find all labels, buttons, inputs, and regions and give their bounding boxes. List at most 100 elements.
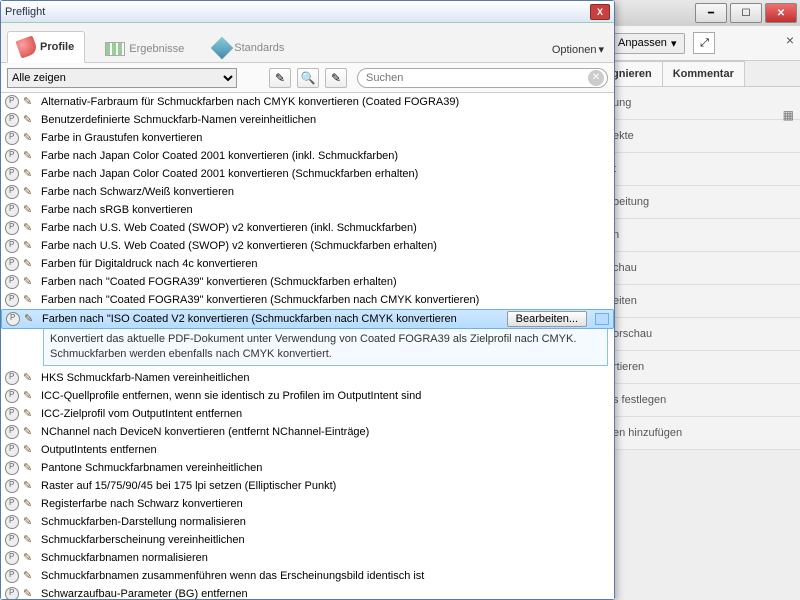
bg-section[interactable]: n	[601, 219, 800, 252]
panel-close-icon[interactable]: ×	[786, 32, 794, 48]
list-item[interactable]: ✎ NChannel nach DeviceN konvertieren (ent…	[1, 423, 614, 441]
list-item-label: Farbe nach U.S. Web Coated (SWOP) v2 kon…	[41, 222, 610, 234]
inspect-icon	[5, 479, 19, 493]
wand-icon: ✎	[24, 312, 38, 326]
tab-results-label: Ergebnisse	[129, 43, 184, 55]
customize-dropdown[interactable]: Anpassen▾	[609, 33, 685, 54]
bg-section[interactable]: ung	[601, 87, 800, 120]
bg-min-button[interactable]: ━	[695, 3, 727, 23]
inspect-icon	[5, 551, 19, 565]
bg-section[interactable]: eiten	[601, 285, 800, 318]
wand-icon: ✎	[23, 425, 37, 439]
inspect-icon	[5, 113, 19, 127]
list-item[interactable]: ✎Schmuckfarbnamen normalisieren	[1, 549, 614, 567]
wand-icon: ✎	[23, 443, 37, 457]
standards-icon	[211, 37, 234, 60]
list-item[interactable]: ✎Farbe nach Japan Color Coated 2001 konv…	[1, 147, 614, 165]
inspect-icon	[5, 443, 19, 457]
wand-icon: ✎	[23, 95, 37, 109]
bg-section[interactable]: s festlegen	[601, 384, 800, 417]
wand-icon: ✎	[23, 275, 37, 289]
list-item-label: Schmuckfarberscheinung vereinheitlichen	[41, 534, 610, 546]
bg-sidebar: ungektetbeitungnchaueitenorschaurtierens…	[601, 87, 800, 450]
bg-section[interactable]: chau	[601, 252, 800, 285]
list-item[interactable]: ✎ Schwarzaufbau-Parameter (BG) entfernen	[1, 585, 614, 599]
list-item-label: Benutzerdefinierte Schmuckfarb-Namen ver…	[41, 114, 610, 126]
bg-close-button[interactable]: ✕	[765, 3, 797, 23]
filter-select[interactable]: Alle zeigen	[7, 68, 237, 88]
wand-icon: ✎	[23, 149, 37, 163]
fixup-list[interactable]: ✎ Alternativ-Farbraum für Schmuckfarben n…	[1, 93, 614, 599]
edit-button[interactable]: Bearbeiten...	[507, 311, 587, 327]
list-item[interactable]: ✎Raster auf 15/75/90/45 bei 175 lpi setz…	[1, 477, 614, 495]
list-item[interactable]: ✎ Schmuckfarberscheinung vereinheitlichen	[1, 531, 614, 549]
panel-menu-icon[interactable]: ▦	[783, 108, 794, 122]
list-item[interactable]: ✎Farben nach "Coated FOGRA39" konvertier…	[1, 273, 614, 291]
tab-standards[interactable]: Standards	[204, 34, 294, 62]
wand-icon: ✎	[23, 461, 37, 475]
list-item[interactable]: ✎Farbe nach sRGB konvertieren	[1, 201, 614, 219]
list-item[interactable]: ✎Farbe nach U.S. Web Coated (SWOP) v2 ko…	[1, 219, 614, 237]
list-item[interactable]: ✎ Schmuckfarbnamen zusammenführen wenn da…	[1, 567, 614, 585]
dialog-close-button[interactable]: X	[590, 4, 610, 20]
bg-section[interactable]: t	[601, 153, 800, 186]
bg-titlebar: ━ ☐ ✕	[601, 0, 800, 26]
list-item[interactable]: ✎Farbe nach Schwarz/Weiß konvertieren	[1, 183, 614, 201]
list-item[interactable]: ✎HKS Schmuckfarb-Namen vereinheitlichen	[1, 369, 614, 387]
tab-results[interactable]: Ergebnisse	[95, 36, 194, 62]
tool-button-2[interactable]: 🔍	[297, 68, 319, 88]
bg-toolbar: Anpassen▾ ⤢	[601, 26, 800, 61]
tool-button-1[interactable]: ✎	[269, 68, 291, 88]
list-item-label: Schmuckfarbnamen zusammenführen wenn das…	[41, 570, 610, 582]
bg-section[interactable]: rtieren	[601, 351, 800, 384]
tab-profile-label: Profile	[40, 41, 74, 53]
list-item[interactable]: ✎Farben nach "Coated FOGRA39" konvertier…	[1, 291, 614, 309]
list-item[interactable]: ✎ Alternativ-Farbraum für Schmuckfarben n…	[1, 93, 614, 111]
preflight-dialog: Preflight X Profile Ergebnisse Standards…	[0, 0, 615, 600]
list-item[interactable]: ✎Farbe in Graustufen konvertieren	[1, 129, 614, 147]
wand-icon: ✎	[23, 587, 37, 599]
inspect-icon	[5, 587, 19, 599]
background-window: ━ ☐ ✕ × Anpassen▾ ⤢ gnieren Kommentar ▦ …	[600, 0, 800, 600]
wand-icon: ✎	[23, 533, 37, 547]
wand-icon: ✎	[23, 569, 37, 583]
wand-icon: ✎	[23, 497, 37, 511]
list-item[interactable]: ✎Farben für Digitaldruck nach 4c konvert…	[1, 255, 614, 273]
flag-icon[interactable]	[595, 313, 609, 325]
bg-section[interactable]: ekte	[601, 120, 800, 153]
inspect-icon	[5, 389, 19, 403]
list-item[interactable]: ✎ICC-Quellprofile entfernen, wenn sie id…	[1, 387, 614, 405]
list-item[interactable]: ✎Farben nach "ISO Coated V2 konvertieren…	[1, 309, 614, 329]
list-item[interactable]: ✎Schmuckfarben-Darstellung normalisieren	[1, 513, 614, 531]
list-item-label: Schwarzaufbau-Parameter (BG) entfernen	[41, 588, 610, 599]
inspect-icon	[5, 239, 19, 253]
list-item[interactable]: ✎Registerfarbe nach Schwarz konvertieren	[1, 495, 614, 513]
search-clear-icon[interactable]: ✕	[588, 70, 604, 86]
search-input[interactable]	[357, 68, 608, 88]
list-item-label: Alternativ-Farbraum für Schmuckfarben na…	[41, 96, 610, 108]
tool-button-3[interactable]: ✎	[325, 68, 347, 88]
inspect-icon	[5, 497, 19, 511]
tab-comment[interactable]: Kommentar	[662, 61, 745, 86]
bg-section[interactable]: beitung	[601, 186, 800, 219]
options-dropdown[interactable]: Optionen▾	[548, 37, 608, 62]
list-item[interactable]: ✎Pantone Schmuckfarbnamen vereinheitlich…	[1, 459, 614, 477]
list-item[interactable]: ✎OutputIntents entfernen	[1, 441, 614, 459]
list-item[interactable]: ✎Farbe nach U.S. Web Coated (SWOP) v2 ko…	[1, 237, 614, 255]
list-item[interactable]: ✎ICC-Zielprofil vom OutputIntent entfern…	[1, 405, 614, 423]
list-item-label: NChannel nach DeviceN konvertieren (entf…	[41, 426, 610, 438]
bg-section[interactable]: orschau	[601, 318, 800, 351]
bg-max-button[interactable]: ☐	[730, 3, 762, 23]
bg-section[interactable]: en hinzufügen	[601, 417, 800, 450]
expand-button[interactable]: ⤢	[693, 32, 715, 54]
dialog-titlebar: Preflight X	[1, 1, 614, 23]
list-item[interactable]: ✎ Farbe nach Japan Color Coated 2001 konv…	[1, 165, 614, 183]
wand-icon: ✎	[23, 167, 37, 181]
inspect-icon	[5, 371, 19, 385]
list-item-label: Farbe nach Japan Color Coated 2001 konve…	[41, 168, 610, 180]
inspect-icon	[5, 95, 19, 109]
list-item[interactable]: ✎Benutzerdefinierte Schmuckfarb-Namen ve…	[1, 111, 614, 129]
tab-profile[interactable]: Profile	[7, 31, 85, 63]
list-item-label: Schmuckfarbnamen normalisieren	[41, 552, 610, 564]
inspect-icon	[5, 221, 19, 235]
